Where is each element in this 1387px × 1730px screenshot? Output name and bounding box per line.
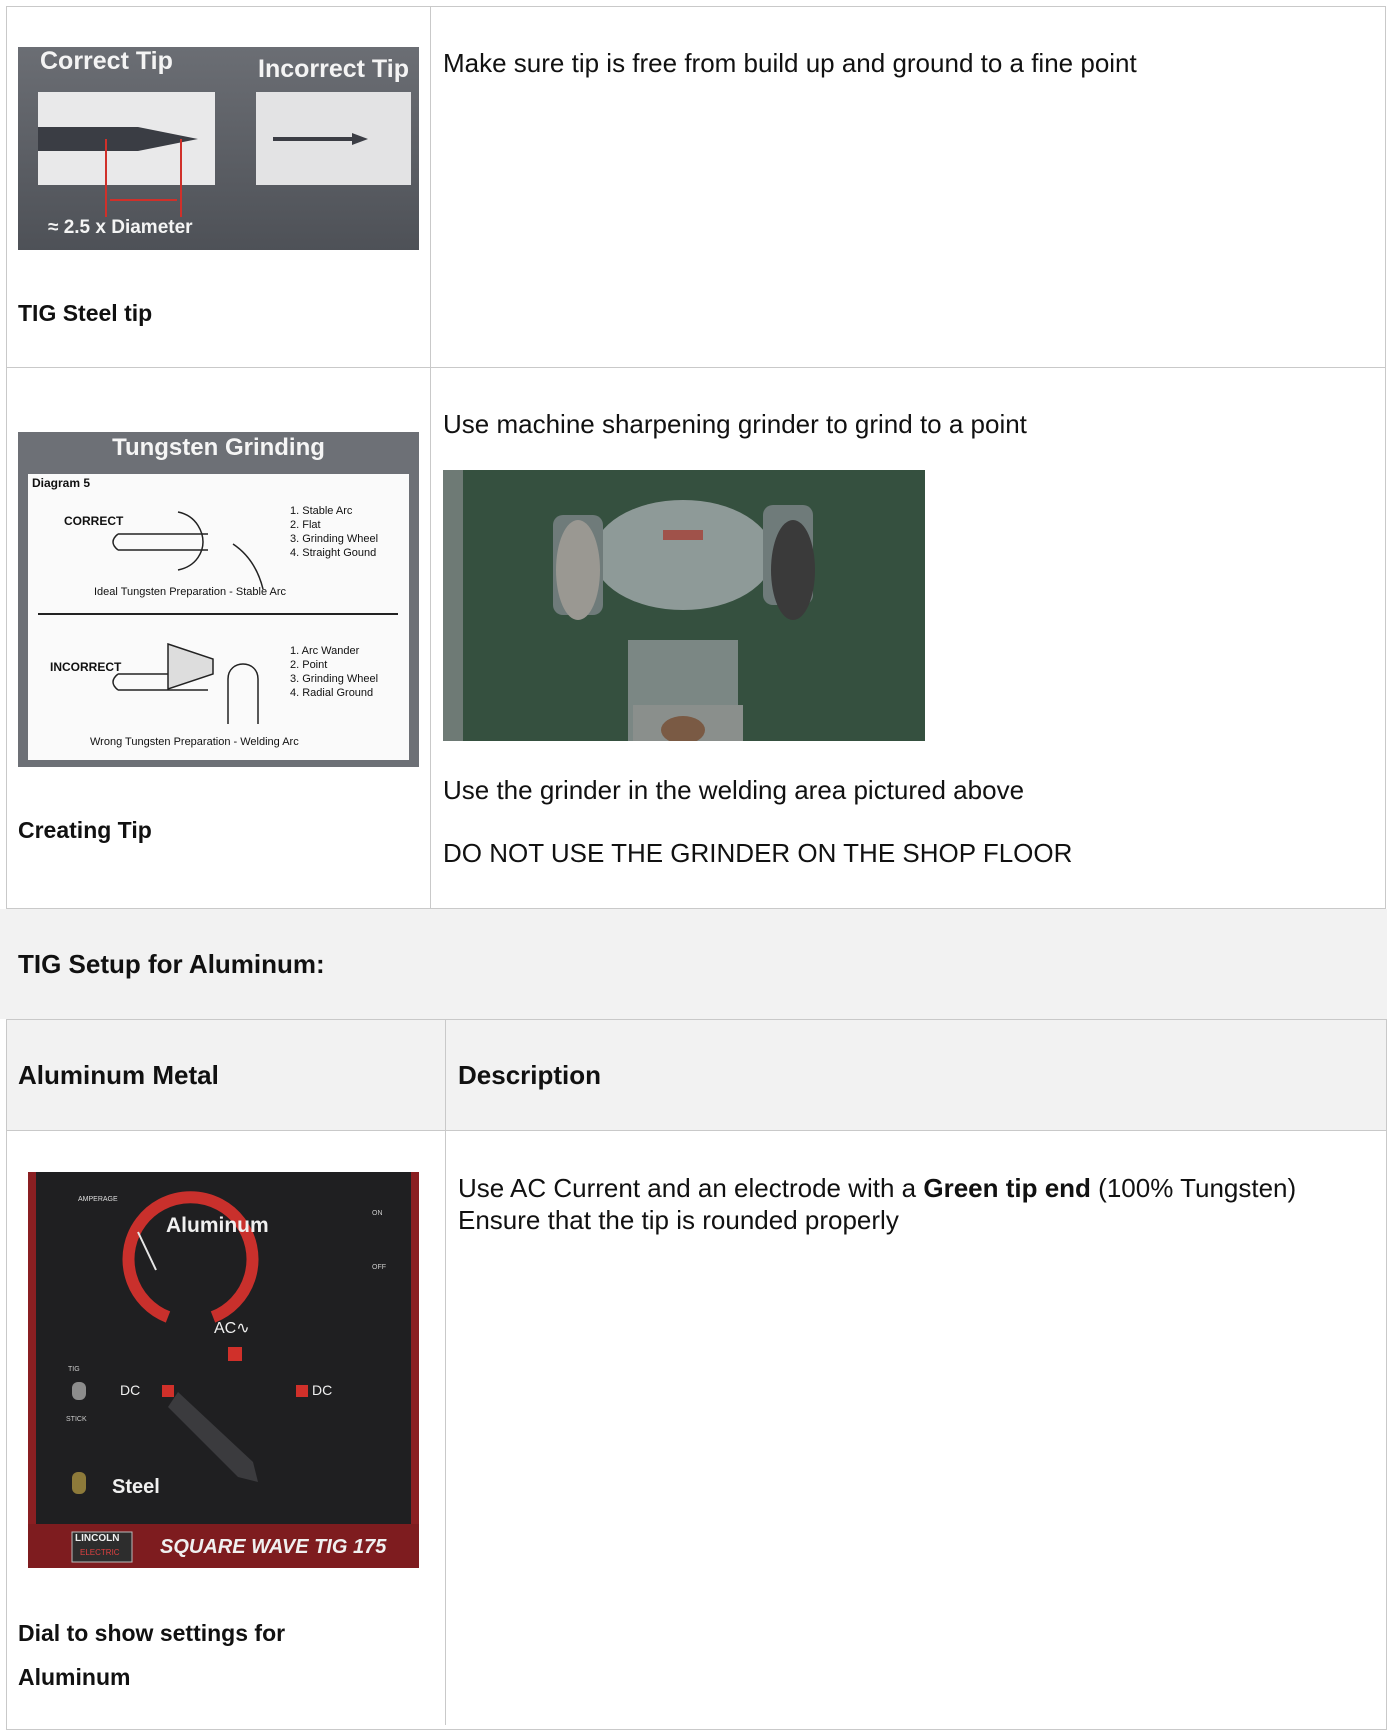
correct-caption: Ideal Tungsten Preparation - Stable Arc: [94, 586, 287, 598]
tig-label: TIG: [68, 1366, 80, 1373]
column-divider: [430, 6, 431, 909]
on-label: ON: [372, 1210, 383, 1217]
stick-label: STICK: [66, 1416, 87, 1423]
desc-text-part1: Use AC Current and an electrode with a: [458, 1173, 924, 1203]
grinder-instruction: Use machine sharpening grinder to grind …: [443, 409, 1027, 439]
correct-item: 2. Flat: [290, 519, 321, 531]
description-header: Description: [458, 1060, 602, 1090]
welder-dial-panel-image: AMPERAGE Aluminum AC∿ DC DC TIG STICK ON…: [28, 1172, 419, 1568]
diagram-title: Tungsten Grinding: [112, 434, 325, 461]
dial-caption-line1: Dial to show settings for: [18, 1620, 286, 1646]
amperage-label: AMPERAGE: [78, 1196, 118, 1203]
brand-label: LINCOLN: [75, 1533, 120, 1544]
correct-tip-label: Correct Tip: [40, 47, 173, 75]
correct-item: 4. Straight Gound: [290, 547, 377, 559]
brand-sub-label: ELECTRIC: [80, 1548, 120, 1557]
diagram-panel: Diagram 5 CORRECT 1. Stable Arc 2. Flat …: [28, 474, 409, 760]
incorrect-item: 2. Point: [290, 659, 328, 671]
steel-tip-caption: TIG Steel tip: [18, 300, 153, 326]
dc-positive-label: DC: [312, 1382, 333, 1398]
tig-steel-tip-image: Correct Tip Incorrect Tip ≈ 2.5 x Diamet…: [18, 47, 419, 250]
correct-items: 1. Stable Arc 2. Flat 3. Grinding Wheel …: [290, 504, 378, 560]
aluminum-dial-label: Aluminum: [166, 1214, 269, 1237]
aluminum-column-divider: [445, 1019, 446, 1725]
bench-grinder-photo: [443, 470, 925, 741]
incorrect-item: 3. Grinding Wheel: [290, 673, 379, 685]
steel-tip-description: Make sure tip is free from build up and …: [443, 48, 1137, 78]
ac-label: AC∿: [214, 1320, 250, 1337]
incorrect-item: 1. Arc Wander: [290, 645, 360, 657]
dial-caption-line2: Aluminum: [18, 1664, 131, 1690]
desc-text-part2: (100% Tungsten): [1090, 1173, 1297, 1203]
aluminum-description-line1: Use AC Current and an electrode with a G…: [458, 1172, 1296, 1204]
steel-label: Steel: [112, 1476, 160, 1498]
aluminum-description-line2: Ensure that the tip is rounded properly: [458, 1205, 899, 1235]
correct-label: CORRECT: [64, 514, 124, 528]
incorrect-tip-label: Incorrect Tip: [258, 55, 409, 83]
grinder-location-note: Use the grinder in the welding area pict…: [443, 775, 1025, 805]
dc-label: DC: [120, 1382, 141, 1398]
aluminum-metal-header: Aluminum Metal: [18, 1060, 219, 1090]
incorrect-label: INCORRECT: [50, 660, 122, 674]
correct-item: 1. Stable Arc: [290, 505, 353, 517]
dimension-label: ≈ 2.5 x Diameter: [48, 217, 193, 238]
incorrect-caption: Wrong Tungsten Preparation - Welding Arc: [90, 736, 299, 748]
aluminum-section-heading: TIG Setup for Aluminum:: [18, 949, 325, 979]
model-label: SQUARE WAVE TIG 175: [160, 1536, 387, 1558]
grinder-warning: DO NOT USE THE GRINDER ON THE SHOP FLOOR: [443, 838, 1073, 868]
creating-tip-caption: Creating Tip: [18, 817, 152, 843]
correct-item: 3. Grinding Wheel: [290, 533, 379, 545]
incorrect-item: 4. Radial Ground: [290, 687, 374, 699]
off-label: OFF: [372, 1264, 386, 1271]
tungsten-grinding-diagram: Tungsten Grinding Diagram 5 CORRECT 1. S…: [18, 432, 419, 767]
incorrect-items: 1. Arc Wander 2. Point 3. Grinding Wheel…: [290, 644, 378, 700]
green-tip-emphasis: Green tip end: [923, 1173, 1091, 1203]
